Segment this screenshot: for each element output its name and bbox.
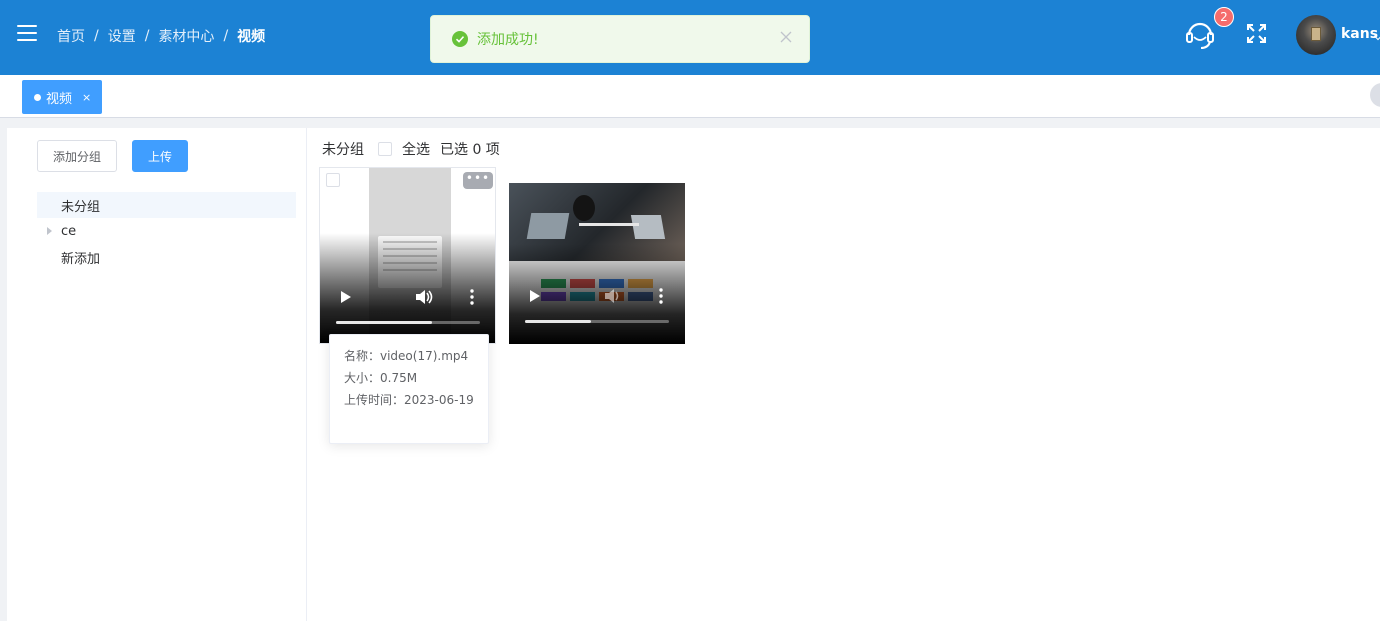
active-dot-icon <box>34 93 41 101</box>
username[interactable]: kans <box>1341 26 1378 42</box>
avatar[interactable] <box>1296 15 1336 55</box>
video-select-checkbox[interactable] <box>326 173 340 187</box>
video-progress-bar[interactable] <box>525 320 669 323</box>
group-label: 新添加 <box>61 251 101 267</box>
group-label: 未分组 <box>61 199 101 215</box>
volume-icon[interactable] <box>604 288 622 304</box>
customer-service-icon[interactable] <box>1183 17 1217 51</box>
group-title: 未分组 <box>322 142 364 158</box>
video-progress-bar[interactable] <box>336 321 480 324</box>
video-panel: 未分组 全选 已选 0 项 ••• 名称：video(17).mp4 大小：0.… <box>308 128 1380 621</box>
breadcrumb-current: 视频 <box>237 29 266 45</box>
selection-toolbar: 未分组 全选 已选 0 项 <box>322 139 500 159</box>
breadcrumb-home[interactable]: 首页 <box>57 26 85 46</box>
check-circle-icon <box>452 31 468 47</box>
selected-count: 已选 0 项 <box>440 142 500 158</box>
upload-button[interactable]: 上传 <box>132 140 188 172</box>
fullscreen-icon[interactable] <box>1247 24 1266 43</box>
volume-icon[interactable] <box>415 289 433 305</box>
more-options-button[interactable]: ••• <box>463 172 493 189</box>
top-header: 首页 / 设置 / 素材中心 / 视频 添加成功! 2 kans <box>0 0 1380 75</box>
group-item-ce[interactable]: ce <box>37 218 296 244</box>
breadcrumb-separator: / <box>94 28 99 44</box>
tags-view-bar: 视频 × <box>0 75 1380 118</box>
video-info-tooltip: 名称：video(17).mp4 大小：0.75M 上传时间：2023-06-1… <box>329 334 489 444</box>
main-content: 添加分组 上传 未分组 ce 新添加 未分组 全选 已选 0 项 ••• 名称：… <box>7 128 1380 621</box>
expand-arrow-icon[interactable] <box>47 227 52 235</box>
breadcrumb-material-center[interactable]: 素材中心 <box>158 26 214 46</box>
notification-badge: 2 <box>1214 7 1234 27</box>
video-card[interactable]: ••• <box>319 167 496 344</box>
breadcrumb-settings[interactable]: 设置 <box>108 26 136 46</box>
group-label: ce <box>61 223 77 239</box>
success-toast: 添加成功! <box>430 15 810 63</box>
video-name: 名称：video(17).mp4 <box>344 349 469 363</box>
scroll-right-button[interactable] <box>1370 83 1380 107</box>
tab-label: 视频 <box>46 91 73 107</box>
video-size: 大小：0.75M <box>344 371 418 385</box>
toast-message: 添加成功! <box>477 32 539 48</box>
add-group-button[interactable]: 添加分组 <box>37 140 117 172</box>
close-icon[interactable] <box>779 30 793 44</box>
tab-video[interactable]: 视频 × <box>22 80 102 114</box>
group-panel: 添加分组 上传 未分组 ce 新添加 <box>7 128 307 621</box>
breadcrumb-separator: / <box>223 28 229 44</box>
tab-close-icon[interactable]: × <box>82 91 91 104</box>
play-icon[interactable] <box>340 290 352 304</box>
more-vertical-icon[interactable] <box>659 288 663 304</box>
video-upload-date: 上传时间：2023-06-19 <box>344 393 474 407</box>
select-all-checkbox[interactable] <box>378 142 392 156</box>
breadcrumb-separator: / <box>144 28 150 44</box>
play-icon[interactable] <box>529 289 541 303</box>
group-tree: 未分组 ce 新添加 <box>37 192 296 270</box>
hamburger-menu-icon[interactable] <box>17 25 37 41</box>
select-all-label[interactable]: 全选 <box>402 139 430 159</box>
video-card[interactable] <box>509 183 685 344</box>
breadcrumb: 首页 / 设置 / 素材中心 / 视频 <box>57 26 265 46</box>
group-item-ungrouped[interactable]: 未分组 <box>37 192 296 218</box>
group-item-new[interactable]: 新添加 <box>37 244 296 270</box>
more-vertical-icon[interactable] <box>470 289 474 305</box>
